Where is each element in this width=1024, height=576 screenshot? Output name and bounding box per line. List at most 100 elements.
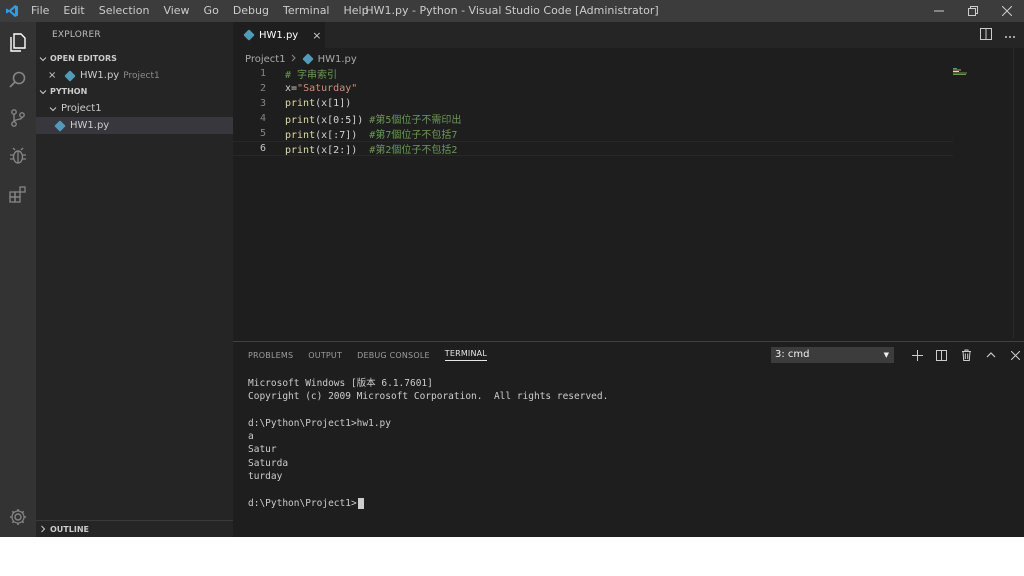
outline-section[interactable]: OUTLINE (36, 520, 233, 537)
terminal-selector-value: 3: cmd (775, 349, 810, 360)
breadcrumb-folder[interactable]: Project1 (245, 54, 286, 65)
args-token: (x[2:]) (315, 145, 358, 156)
comment-token: #第2個位子不包括2 (357, 145, 458, 156)
python-file-icon (64, 69, 76, 82)
terminal-output[interactable]: Microsoft Windows [版本 6.1.7601] Copyrigh… (248, 377, 1008, 510)
menu-terminal[interactable]: Terminal (276, 0, 337, 22)
editor-actions (980, 22, 1016, 48)
tab-label: HW1.py (259, 29, 299, 41)
menu-debug[interactable]: Debug (226, 0, 276, 22)
debug-icon (10, 147, 26, 164)
minimize-button[interactable] (922, 0, 956, 22)
activity-bar (0, 22, 36, 537)
bottom-panel: PROBLEMS OUTPUT DEBUG CONSOLE TERMINAL 3… (233, 341, 1024, 537)
code-line: 5 print(x[:7]) #第7個位子不包括7 (233, 126, 953, 141)
debug-button[interactable] (0, 138, 36, 174)
line-number: 5 (259, 128, 266, 139)
line-source: x="Saturday" (285, 83, 357, 94)
close-editor-icon[interactable]: × (48, 70, 64, 81)
code-editor[interactable]: 1 # 字串索引 2 x="Saturday" 3 print(x[1]) 4 … (233, 66, 953, 336)
terminal-prompt-line: d:\Python\Project1> (248, 497, 1008, 510)
code-line: 1 # 字串索引 (233, 66, 953, 81)
minimize-icon (934, 10, 944, 12)
line-source: print(x[0:5]) #第5個位子不需印出 (285, 111, 461, 126)
menu-file[interactable]: File (24, 0, 56, 22)
close-window-button[interactable] (990, 0, 1024, 22)
line-source: print(x[:7]) #第7個位子不包括7 (285, 126, 457, 141)
editor-scrollbar[interactable] (1013, 48, 1024, 338)
explorer-sidebar: EXPLORER OPEN EDITORS × HW1.py Project1 … (36, 22, 233, 537)
close-panel-button[interactable] (1003, 347, 1024, 363)
menu-edit[interactable]: Edit (56, 0, 91, 22)
chevron-up-icon (986, 352, 996, 358)
split-editor-button[interactable] (980, 27, 992, 43)
breadcrumb: Project1 HW1.py (245, 52, 357, 66)
files-icon (10, 33, 26, 52)
manage-button[interactable] (0, 499, 36, 535)
tab-output[interactable]: OUTPUT (308, 351, 342, 360)
line-number: 6 (259, 143, 266, 154)
menu-view[interactable]: View (156, 0, 196, 22)
terminal-line: Copyright (c) 2009 Microsoft Corporation… (248, 391, 609, 403)
dropdown-arrow-icon: ▼ (883, 351, 889, 359)
menu-selection[interactable]: Selection (92, 0, 157, 22)
folder-name: Project1 (61, 103, 102, 114)
line-number: 1 (259, 68, 266, 79)
extensions-icon (9, 186, 26, 203)
chevron-down-icon (49, 105, 61, 113)
comment-token: #第5個位子不需印出 (363, 115, 462, 126)
close-icon (1002, 6, 1012, 16)
workspace-section[interactable]: PYTHON (36, 83, 233, 100)
open-editor-filename: HW1.py (80, 70, 120, 81)
code-line: 2 x="Saturday" (233, 81, 953, 96)
title-bar: File Edit Selection View Go Debug Termin… (0, 0, 1024, 22)
python-file-icon (301, 53, 314, 65)
minimap[interactable] (953, 66, 1013, 75)
terminal-line: Satur (248, 444, 277, 456)
maximize-panel-button[interactable] (979, 347, 1004, 363)
split-editor-icon (980, 27, 992, 40)
outline-label: OUTLINE (50, 524, 89, 534)
close-tab-icon[interactable]: × (312, 29, 321, 42)
explorer-button[interactable] (0, 24, 36, 60)
split-terminal-button[interactable] (930, 347, 955, 363)
new-terminal-button[interactable] (905, 347, 930, 363)
chevron-right-icon (291, 54, 297, 65)
tab-debug-console[interactable]: DEBUG CONSOLE (357, 351, 430, 360)
menu-go[interactable]: Go (197, 0, 226, 22)
terminal-line: d:\Python\Project1>hw1.py (248, 417, 391, 429)
breadcrumb-file[interactable]: HW1.py (318, 54, 357, 65)
variable-token: x= (285, 83, 298, 94)
open-editors-section[interactable]: OPEN EDITORS (36, 50, 233, 67)
code-line-current: 6 print(x[2:]) #第2個位子不包括2 (233, 141, 953, 156)
menu-bar: File Edit Selection View Go Debug Termin… (24, 0, 376, 22)
menu-help[interactable]: Help (337, 0, 376, 22)
terminal-cursor (357, 497, 364, 509)
python-file-icon (243, 29, 255, 41)
vscode-logo-icon (0, 0, 24, 22)
function-token: print (285, 115, 316, 126)
file-name: HW1.py (70, 120, 110, 131)
kill-terminal-button[interactable] (954, 347, 979, 363)
more-actions-button[interactable] (1004, 28, 1016, 42)
extensions-button[interactable] (0, 176, 36, 212)
search-icon (9, 71, 26, 88)
terminal-selector[interactable]: 3: cmd ▼ (771, 347, 894, 363)
restore-button[interactable] (956, 0, 990, 22)
open-editor-item[interactable]: × HW1.py Project1 (36, 67, 233, 84)
line-number: 3 (259, 98, 266, 109)
tab-terminal[interactable]: TERMINAL (444, 349, 488, 361)
tab-hw1[interactable]: HW1.py × (233, 22, 325, 48)
line-number: 2 (259, 83, 266, 94)
search-button[interactable] (0, 62, 36, 98)
tab-problems[interactable]: PROBLEMS (248, 351, 293, 360)
line-number: 4 (259, 113, 266, 124)
folder-item-project1[interactable]: Project1 (36, 100, 233, 117)
ellipsis-icon (1005, 36, 1015, 38)
source-control-button[interactable] (0, 100, 36, 136)
terminal-line: Saturda (248, 457, 289, 469)
file-item-hw1[interactable]: HW1.py (36, 117, 233, 134)
terminal-line: turday (248, 471, 283, 483)
code-line: 4 print(x[0:5]) #第5個位子不需印出 (233, 111, 953, 126)
